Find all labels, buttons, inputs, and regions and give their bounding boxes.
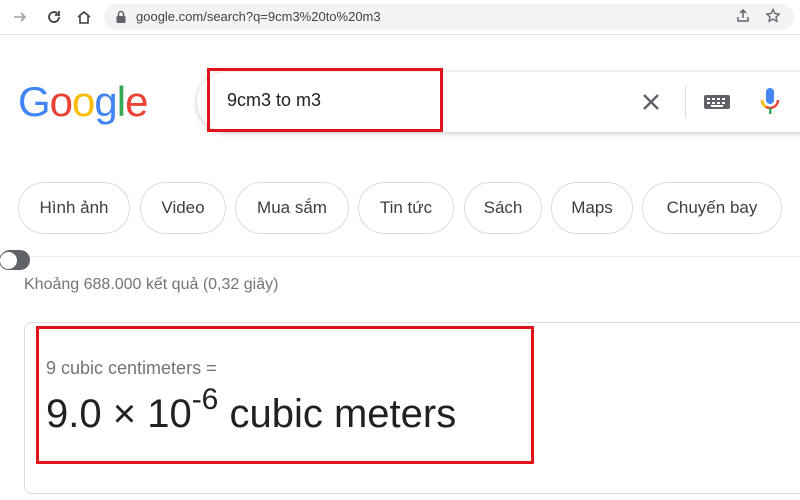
url-text: google.com/search?q=9cm3%20to%20m3 [136,9,381,24]
forward-arrow-icon[interactable] [10,7,30,27]
microphone-icon[interactable] [759,86,781,118]
chip-images[interactable]: Hình ảnh [18,182,130,234]
logo-letter: G [18,78,51,125]
query-highlight-box [207,68,443,132]
bookmark-star-icon[interactable] [764,7,782,26]
result-highlight-box [36,326,534,464]
share-icon[interactable] [734,8,752,26]
toggle-switch[interactable] [0,250,30,270]
chip-flights[interactable]: Chuyến bay [642,182,782,234]
chip-maps[interactable]: Maps [551,182,633,234]
home-icon[interactable] [74,7,94,27]
lock-icon [116,10,126,23]
browser-toolbar: google.com/search?q=9cm3%20to%20m3 [0,0,800,35]
search-divider [685,86,686,118]
chip-shopping[interactable]: Mua sắm [235,182,349,234]
address-bar[interactable]: google.com/search?q=9cm3%20to%20m3 [104,4,794,30]
result-stats: Khoảng 688.000 kết quả (0,32 giây) [24,276,279,293]
clear-icon[interactable] [639,90,663,114]
logo-letter: e [125,78,148,125]
logo-letter: o [49,78,73,125]
keyboard-icon[interactable] [703,92,731,112]
logo-letter: o [72,78,95,125]
chip-news[interactable]: Tin tức [358,182,454,234]
google-logo[interactable]: Google [18,78,148,126]
logo-letter: l [116,78,126,125]
chip-books[interactable]: Sách [464,182,542,234]
chip-video[interactable]: Video [140,182,226,234]
logo-letter: g [94,78,117,125]
toggle-knob [0,251,18,270]
divider [0,256,800,257]
reload-icon[interactable] [44,7,64,27]
